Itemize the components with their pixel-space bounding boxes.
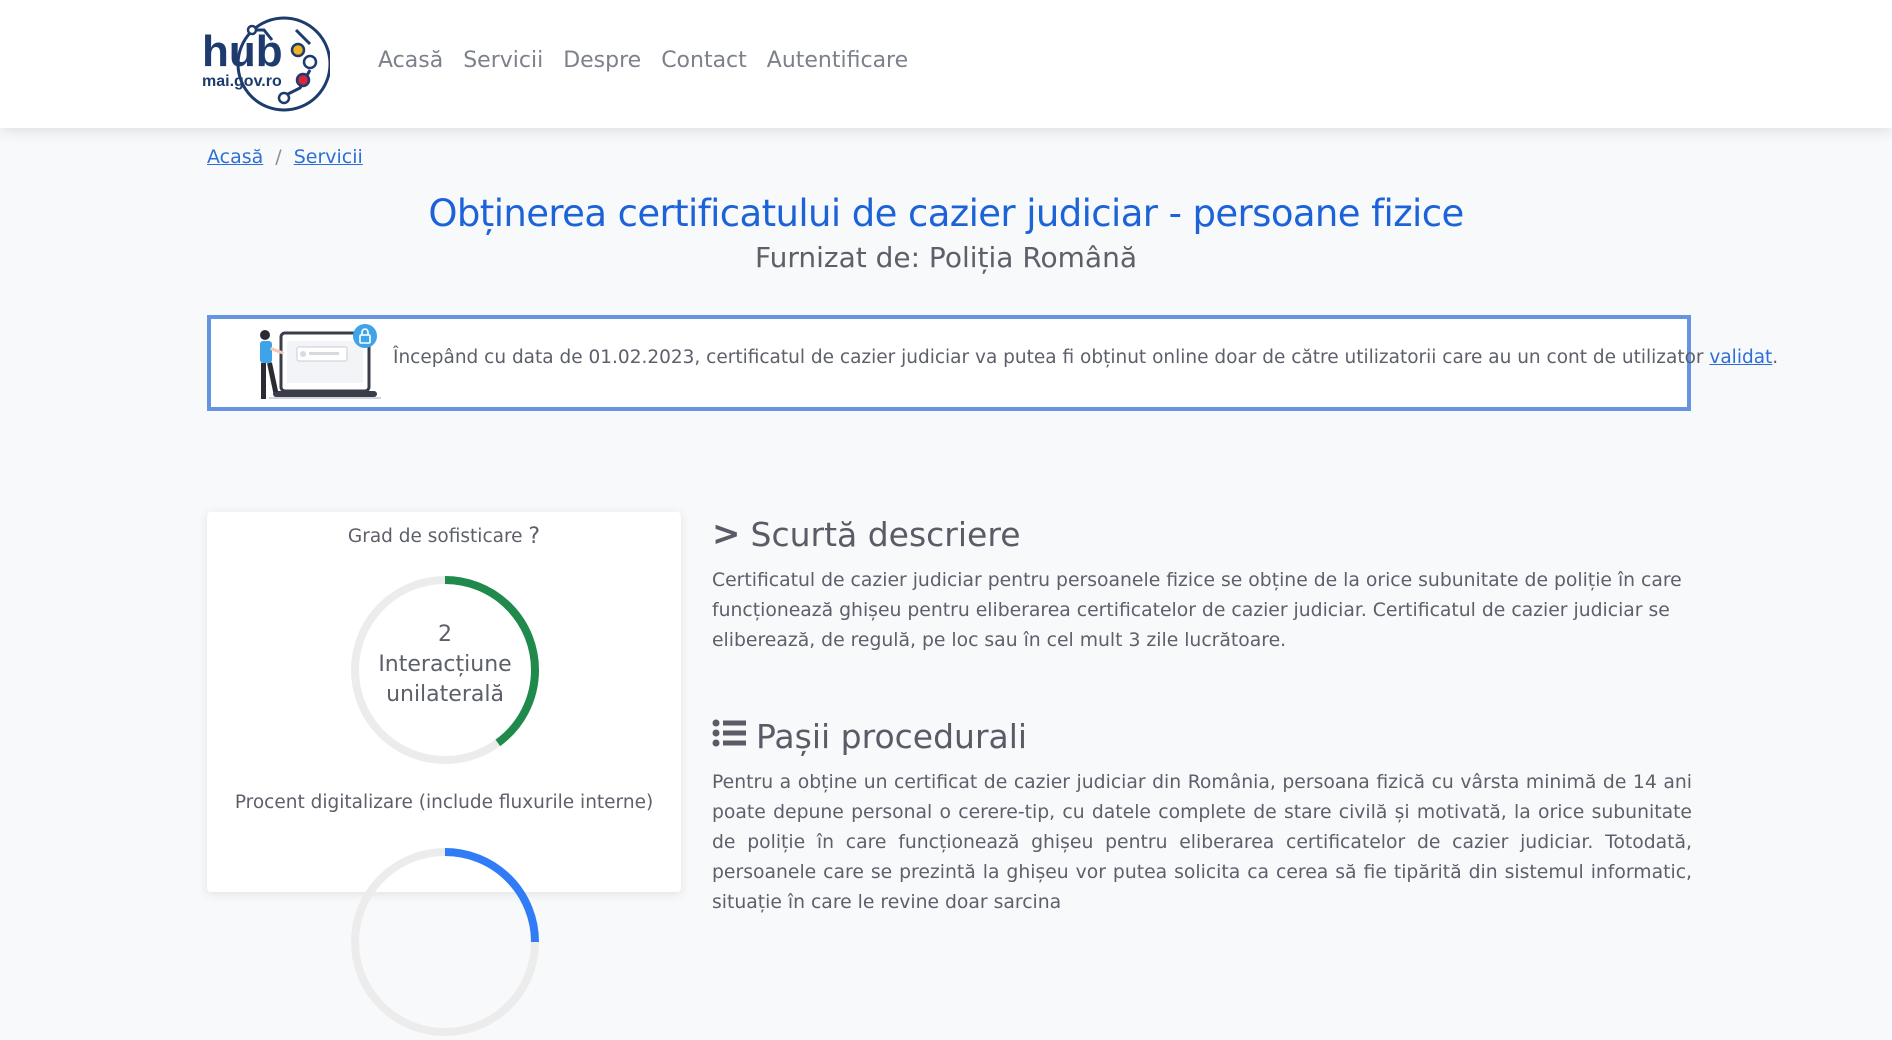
hub-logo[interactable]: hub mai.gov.ro (200, 10, 332, 118)
procedural-steps-text: Pentru a obține un certificat de cazier … (712, 772, 1692, 913)
banner-message: Începând cu data de 01.02.2023, certific… (393, 347, 1778, 368)
page-title: Obținerea certificatului de cazier judic… (428, 192, 1464, 235)
digitalization-gauge (351, 848, 539, 1036)
provider-text: Furnizat de: Poliția Română (755, 241, 1137, 274)
sophistication-value: 2 Interacțiune unilaterală (347, 620, 543, 710)
laptop-user-illustration (247, 323, 387, 411)
breadcrumb: Acasă / Servicii (207, 146, 363, 168)
nav-home[interactable]: Acasă (378, 48, 443, 73)
help-icon[interactable]: ? (528, 524, 540, 549)
banner-text: Începând cu data de 01.02.2023, certific… (393, 347, 1710, 368)
short-description-heading: > Scurtă descriere (712, 514, 1021, 554)
nav-login[interactable]: Autentificare (767, 48, 908, 73)
nav-contact[interactable]: Contact (661, 48, 747, 73)
sophistication-heading: Grad de sofisticare ? (207, 524, 681, 549)
sophistication-number: 2 (438, 622, 452, 647)
procedural-steps-title: Pașii procedurali (756, 716, 1028, 756)
breadcrumb-separator: / (275, 146, 282, 168)
breadcrumb-services-link[interactable]: Servicii (294, 146, 363, 168)
banner-end: . (1772, 347, 1779, 368)
stats-card: Grad de sofisticare ? 2 Interacțiune uni… (207, 512, 681, 1036)
nav-services[interactable]: Servicii (463, 48, 543, 73)
list-icon (712, 716, 746, 756)
top-navbar: hub mai.gov.ro Acasă Servicii Despre Con… (0, 0, 1892, 128)
chevron-right-icon: > (712, 514, 741, 554)
main-nav: Acasă Servicii Despre Contact Autentific… (378, 48, 908, 73)
nav-about[interactable]: Despre (563, 48, 641, 73)
breadcrumb-home-link[interactable]: Acasă (207, 146, 263, 168)
validated-link[interactable]: validat (1709, 347, 1772, 368)
short-description-text: Certificatul de cazier judiciar pentru p… (712, 570, 1682, 651)
sophistication-line2: unilaterală (386, 682, 504, 707)
procedural-steps-heading: Pașii procedurali (712, 716, 1027, 756)
short-description-title: Scurtă descriere (750, 514, 1021, 554)
logo-domain: mai.gov.ro (202, 73, 282, 90)
logo-word: hub (202, 27, 283, 76)
sophistication-line1: Interacțiune (378, 652, 512, 677)
info-banner: Începând cu data de 01.02.2023, certific… (207, 315, 1778, 411)
digitalization-label: Procent digitalizare (include fluxurile … (234, 792, 654, 813)
sophistication-label: Grad de sofisticare (347, 526, 523, 547)
